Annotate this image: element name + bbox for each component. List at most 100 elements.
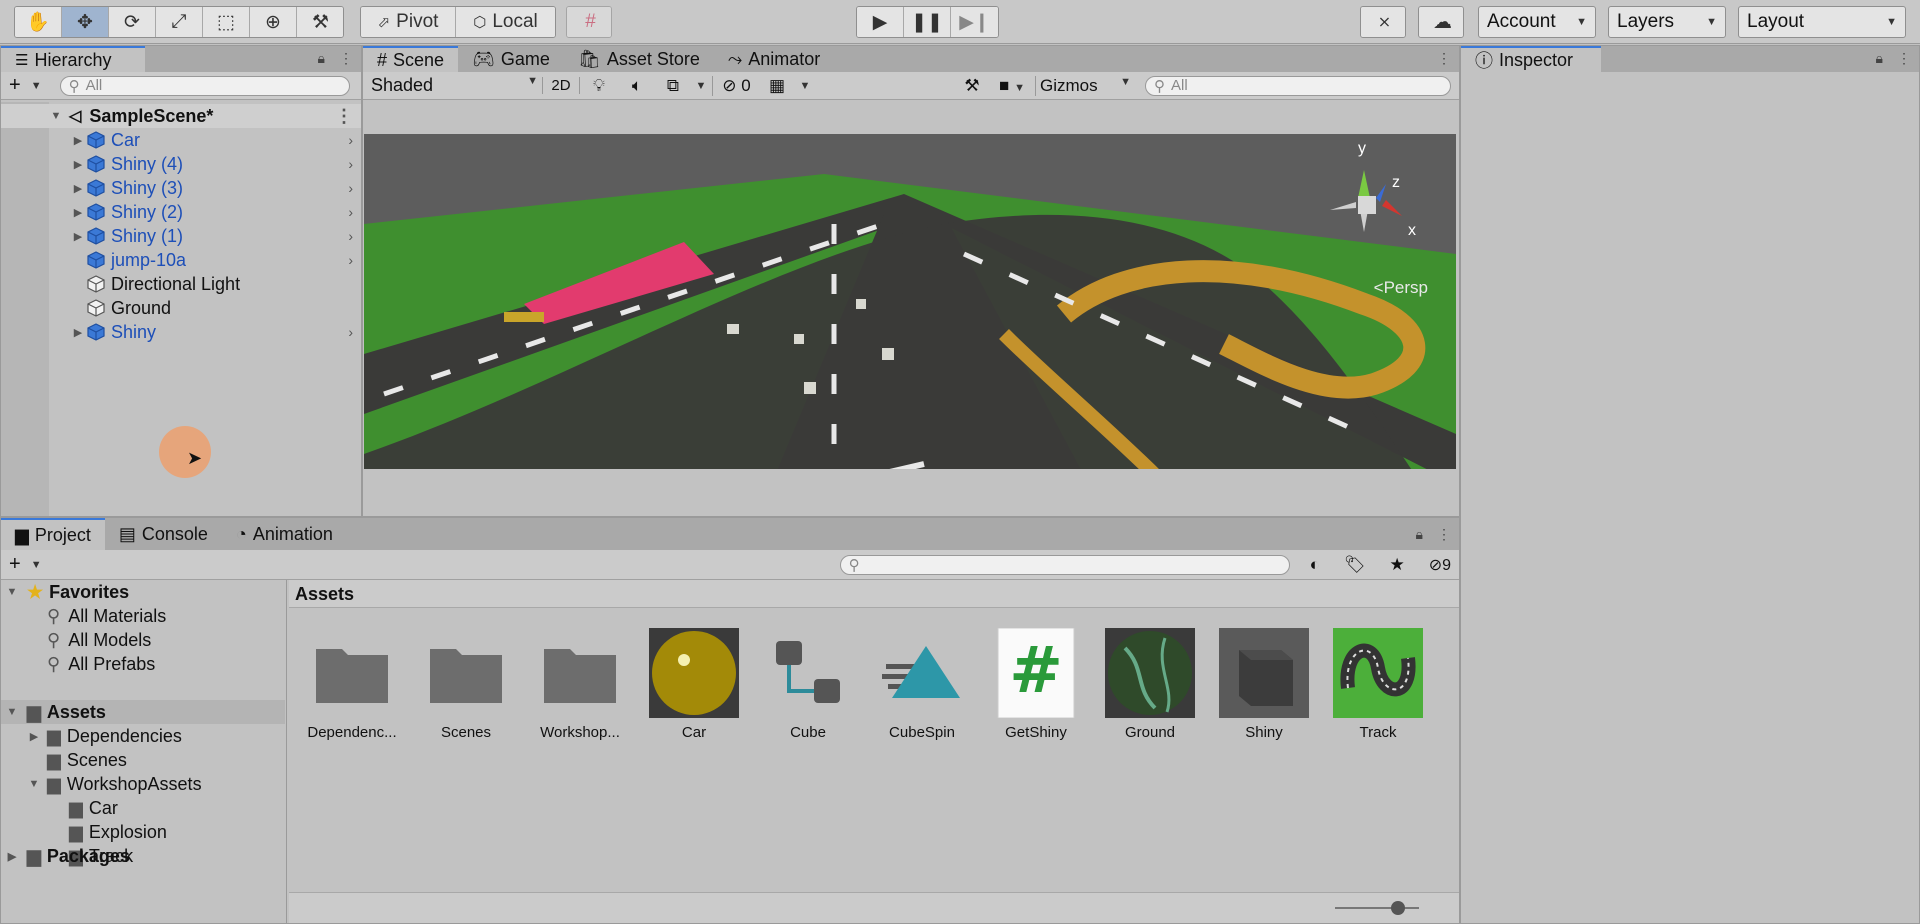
- asset-item[interactable]: Ground: [1098, 628, 1202, 741]
- chevron-right-icon[interactable]: ›: [348, 252, 353, 268]
- collab-button[interactable]: ⨯: [1361, 7, 1405, 37]
- asset-item[interactable]: # GetShiny: [984, 628, 1088, 741]
- expand-triangle-icon[interactable]: ▶: [69, 230, 87, 243]
- expand-triangle-icon[interactable]: ▶: [69, 326, 87, 339]
- lock-icon[interactable]: 🔒︎: [318, 50, 325, 67]
- tab-hierarchy[interactable]: ☰ Hierarchy: [1, 46, 145, 72]
- scene-tools-toggle[interactable]: ⚒: [955, 76, 989, 96]
- hierarchy-item[interactable]: ▶ Shiny ›: [1, 320, 361, 344]
- effects-dropdown[interactable]: ▼: [690, 80, 712, 92]
- hand-tool-button[interactable]: ✋: [15, 7, 62, 37]
- star-icon[interactable]: ★: [1389, 555, 1404, 575]
- tab-animation[interactable]: ◔ Animation: [222, 518, 347, 550]
- asset-item[interactable]: CubeSpin: [870, 628, 974, 741]
- account-dropdown[interactable]: Account ▼: [1478, 6, 1596, 38]
- menu-kebab-icon[interactable]: ⋮: [1437, 526, 1451, 543]
- expand-triangle-icon[interactable]: ▶: [69, 158, 87, 171]
- effects-toggle[interactable]: ⧉: [656, 76, 690, 96]
- breadcrumb[interactable]: Assets: [289, 580, 1459, 608]
- asset-item[interactable]: Dependenc...: [300, 628, 404, 741]
- menu-kebab-icon[interactable]: ⋮: [335, 106, 353, 127]
- expand-triangle-icon[interactable]: ▶: [25, 730, 43, 743]
- hierarchy-search-input[interactable]: ⚲ All: [59, 75, 350, 96]
- menu-kebab-icon[interactable]: ⋮: [339, 50, 353, 67]
- asset-item[interactable]: Scenes: [414, 628, 518, 741]
- rect-tool-button[interactable]: ⬚: [203, 7, 250, 37]
- tab-project[interactable]: ▆ Project: [1, 518, 105, 550]
- expand-triangle-icon[interactable]: ▶: [69, 182, 87, 195]
- favorite-item[interactable]: ⚲ All Prefabs: [1, 652, 155, 676]
- chevron-right-icon[interactable]: ›: [348, 180, 353, 196]
- 2d-toggle[interactable]: 2D: [542, 77, 580, 94]
- expand-triangle-icon[interactable]: ▶: [69, 134, 87, 147]
- audio-toggle[interactable]: 🔈︎: [618, 76, 656, 96]
- step-button[interactable]: ▶❙: [951, 7, 998, 37]
- perspective-toggle[interactable]: <Persp: [1374, 278, 1428, 298]
- subfolder-item[interactable]: ▆ Explosion: [1, 820, 167, 844]
- favorites-row[interactable]: ▼ ★ Favorites: [1, 580, 130, 604]
- menu-kebab-icon[interactable]: ⋮: [1897, 50, 1911, 67]
- packages-row[interactable]: ▶ ▆ Packages: [1, 844, 130, 868]
- layout-dropdown[interactable]: Layout ▼: [1738, 6, 1906, 38]
- lighting-toggle[interactable]: 💡︎: [580, 76, 618, 96]
- favorite-item[interactable]: ⚲ All Materials: [1, 604, 166, 628]
- asset-item[interactable]: Cube: [756, 628, 860, 741]
- hierarchy-item[interactable]: Directional Light: [1, 272, 361, 296]
- transform-tool-button[interactable]: ⊕: [250, 7, 297, 37]
- chevron-right-icon[interactable]: ›: [348, 156, 353, 172]
- hierarchy-item[interactable]: ▶ Shiny (4) ›: [1, 152, 361, 176]
- subfolder-item[interactable]: ▆ Car: [1, 796, 118, 820]
- chevron-right-icon[interactable]: ›: [348, 132, 353, 148]
- folder-item[interactable]: ▼ ▆ WorkshopAssets: [1, 772, 202, 796]
- orientation-gizmo[interactable]: y z x: [1316, 140, 1436, 260]
- expand-triangle-icon[interactable]: ▼: [25, 778, 43, 790]
- label-tag-icon[interactable]: 🏷︎: [1344, 555, 1366, 575]
- pause-button[interactable]: ❚❚: [904, 7, 951, 37]
- hidden-objects-toggle[interactable]: ⊘ 0: [712, 75, 760, 96]
- folder-item[interactable]: ▆ Scenes: [1, 748, 127, 772]
- layers-dropdown[interactable]: Layers ▼: [1608, 6, 1726, 38]
- chevron-down-icon[interactable]: ▼: [31, 80, 42, 92]
- menu-kebab-icon[interactable]: ⋮: [1437, 50, 1451, 67]
- expand-triangle-icon[interactable]: ▼: [3, 706, 21, 718]
- chevron-right-icon[interactable]: ›: [348, 204, 353, 220]
- tab-animator[interactable]: ⤳ Animator: [714, 46, 834, 72]
- add-icon[interactable]: +: [9, 74, 21, 97]
- chevron-right-icon[interactable]: ›: [348, 324, 353, 340]
- tab-inspector[interactable]: ⓘ Inspector: [1461, 46, 1601, 72]
- chevron-down-icon[interactable]: ▼: [31, 559, 42, 571]
- expand-triangle-icon[interactable]: ▶: [69, 206, 87, 219]
- pivot-button[interactable]: ⬀ Pivot: [361, 7, 457, 37]
- tab-console[interactable]: ▤ Console: [105, 518, 222, 550]
- grid-toggle[interactable]: ▦: [760, 76, 794, 96]
- zoom-slider-track[interactable]: [1335, 907, 1419, 909]
- scene-row[interactable]: ▼ ◁ SampleScene* ⋮: [1, 104, 361, 128]
- scene-search-input[interactable]: ⚲ All: [1145, 75, 1451, 96]
- scale-tool-button[interactable]: ⤢: [156, 7, 203, 37]
- expand-triangle-icon[interactable]: ▶: [3, 850, 21, 863]
- camera-dropdown[interactable]: ■ ▼: [989, 76, 1035, 96]
- zoom-slider-thumb[interactable]: [1391, 901, 1405, 915]
- hierarchy-item[interactable]: jump-10a ›: [1, 248, 361, 272]
- tab-game[interactable]: 🎮︎ Game: [458, 46, 564, 72]
- shading-mode-dropdown[interactable]: Shaded ▼: [367, 75, 542, 96]
- asset-item[interactable]: Workshop...: [528, 628, 632, 741]
- expand-triangle-icon[interactable]: ▼: [3, 586, 21, 598]
- chevron-right-icon[interactable]: ›: [348, 228, 353, 244]
- hierarchy-item[interactable]: ▶ Shiny (2) ›: [1, 200, 361, 224]
- play-button[interactable]: ▶: [857, 7, 904, 37]
- local-button[interactable]: ⬡ Local: [456, 7, 555, 37]
- hidden-packages-toggle[interactable]: ⊘9: [1429, 555, 1451, 575]
- favorite-item[interactable]: ⚲ All Models: [1, 628, 151, 652]
- asset-item[interactable]: Track: [1326, 628, 1430, 741]
- grid-snap-button[interactable]: #: [567, 7, 611, 37]
- add-icon[interactable]: +: [9, 553, 21, 576]
- hierarchy-item[interactable]: ▶ Shiny (3) ›: [1, 176, 361, 200]
- expand-triangle-icon[interactable]: ▼: [47, 110, 65, 122]
- cloud-button[interactable]: ☁: [1419, 7, 1463, 37]
- asset-item[interactable]: Shiny: [1212, 628, 1316, 741]
- folder-item[interactable]: ▶ ▆ Dependencies: [1, 724, 182, 748]
- scene-viewport[interactable]: y z x <Persp: [364, 134, 1456, 469]
- hierarchy-item[interactable]: ▶ Shiny (1) ›: [1, 224, 361, 248]
- filter-type-icon[interactable]: ◐: [1310, 555, 1320, 575]
